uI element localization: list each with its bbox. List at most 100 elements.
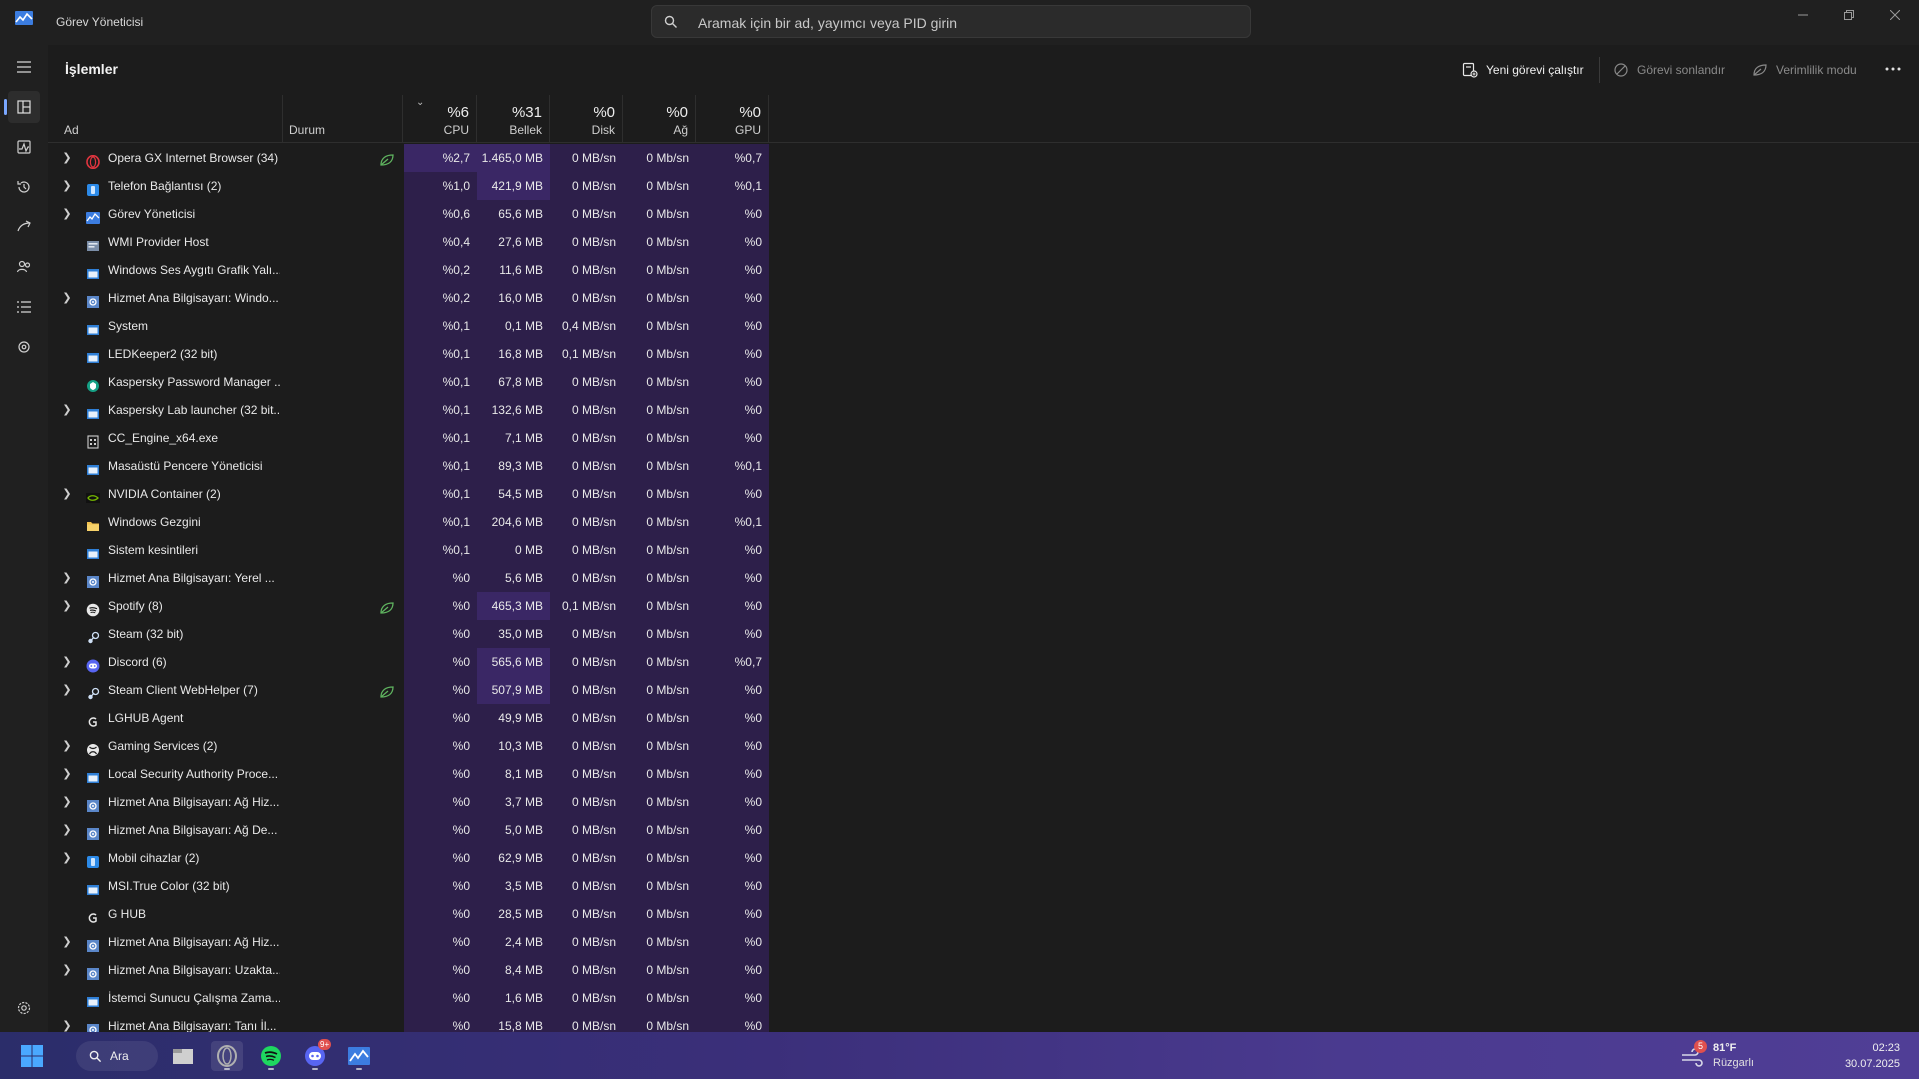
nav-performance[interactable] xyxy=(8,131,40,163)
nav-settings[interactable] xyxy=(8,992,40,1024)
search-input[interactable]: Aramak için bir ad, yayımcı veya PID gir… xyxy=(698,15,957,31)
service-host-icon xyxy=(86,963,100,980)
column-header-name[interactable]: Ad xyxy=(48,95,283,143)
close-button[interactable] xyxy=(1872,0,1918,30)
process-memory: 11,6 MB xyxy=(477,256,550,284)
process-row[interactable]: ❯ Görev Yöneticisi %0,6 65,6 MB 0 MB/sn 0 Mb/… xyxy=(48,200,1919,228)
process-row[interactable]: ❯ Mobil cihazlar (2) %0 62,9 MB 0 MB/sn 0 Mb/… xyxy=(48,844,1919,872)
run-new-task-button[interactable]: Yeni görevi çalıştır xyxy=(1462,59,1584,81)
process-row[interactable]: G HUB %0 28,5 MB 0 MB/sn 0 Mb/sn %0 xyxy=(48,900,1919,928)
process-status xyxy=(283,620,403,648)
nav-processes[interactable] xyxy=(4,91,40,123)
chevron-right-icon[interactable]: ❯ xyxy=(60,816,74,844)
process-row[interactable]: MSI.True Color (32 bit) %0 3,5 MB 0 MB/sn 0 … xyxy=(48,872,1919,900)
chevron-right-icon[interactable]: ❯ xyxy=(60,592,74,620)
taskbar-file-explorer[interactable] xyxy=(167,1041,199,1071)
process-row[interactable]: Masaüstü Pencere Yöneticisi %0,1 89,3 MB 0 … xyxy=(48,452,1919,480)
process-row[interactable]: ❯ Spotify (8) %0 465,3 MB 0,1 MB/sn 0 Mb/sn %0 xyxy=(48,592,1919,620)
chevron-right-icon[interactable]: ❯ xyxy=(60,760,74,788)
process-row[interactable]: System %0,1 0,1 MB 0,4 MB/sn 0 Mb/sn %0 xyxy=(48,312,1919,340)
nav-startup-apps[interactable] xyxy=(8,211,40,243)
taskbar-spotify[interactable] xyxy=(255,1041,287,1071)
taskbar-weather-widget[interactable]: 5 81°F Rüzgarlı xyxy=(1680,1040,1770,1072)
nav-users[interactable] xyxy=(8,251,40,283)
process-row[interactable]: Steam (32 bit) %0 35,0 MB 0 MB/sn 0 Mb/sn %0 xyxy=(48,620,1919,648)
window-app-icon xyxy=(86,879,100,895)
cpu-total-percent: %6 xyxy=(447,104,469,121)
chevron-right-icon[interactable]: ❯ xyxy=(60,788,74,816)
chevron-right-icon[interactable]: ❯ xyxy=(60,284,74,312)
hamburger-menu-button[interactable] xyxy=(8,51,40,83)
column-header-cpu[interactable]: ⌄ %6 CPU xyxy=(404,95,477,143)
process-row[interactable]: ❯ Discord (6) %0 565,6 MB 0 MB/sn 0 Mb/sn %0,7 xyxy=(48,648,1919,676)
process-row[interactable]: ❯ Hizmet Ana Bilgisayarı: Yerel ... %0 5,6 … xyxy=(48,564,1919,592)
chevron-right-icon[interactable]: ❯ xyxy=(60,732,74,760)
end-task-button[interactable]: Görevi sonlandır xyxy=(1613,59,1725,81)
process-row[interactable]: ❯ Hizmet Ana Bilgisayarı: Ağ Hiz... %0 3,7 … xyxy=(48,788,1919,816)
chevron-right-icon[interactable]: ❯ xyxy=(60,200,74,228)
column-header-memory[interactable]: %31 Bellek xyxy=(477,95,550,143)
process-name: MSI.True Color (32 bit) xyxy=(108,879,230,893)
process-row[interactable]: Windows Gezgini %0,1 204,6 MB 0 MB/sn 0 Mb/s… xyxy=(48,508,1919,536)
chevron-right-icon[interactable]: ❯ xyxy=(60,172,74,200)
chevron-right-icon[interactable]: ❯ xyxy=(60,1012,74,1032)
process-row[interactable]: ❯ NVIDIA Container (2) %0,1 54,5 MB 0 MB/sn 0… xyxy=(48,480,1919,508)
process-row[interactable]: Sistem kesintileri %0,1 0 MB 0 MB/sn 0 Mb/sn… xyxy=(48,536,1919,564)
nav-app-history[interactable] xyxy=(8,171,40,203)
process-gpu: %0 xyxy=(696,676,769,704)
chevron-right-icon[interactable]: ❯ xyxy=(60,480,74,508)
windows-start-icon[interactable] xyxy=(21,1045,43,1067)
taskbar-clock[interactable]: 02:23 30.07.2025 xyxy=(1800,1040,1900,1072)
chevron-right-icon[interactable]: ❯ xyxy=(60,676,74,704)
process-disk: 0 MB/sn xyxy=(550,872,623,900)
process-row[interactable]: LGHUB Agent %0 49,9 MB 0 MB/sn 0 Mb/sn %0 xyxy=(48,704,1919,732)
process-row[interactable]: LEDKeeper2 (32 bit) %0,1 16,8 MB 0,1 MB/sn 0… xyxy=(48,340,1919,368)
minimize-button[interactable] xyxy=(1780,0,1826,30)
column-header-network[interactable]: %0 Ağ xyxy=(623,95,696,143)
taskbar-opera-gx[interactable] xyxy=(211,1041,243,1071)
efficiency-mode-button[interactable]: Verimlilik modu xyxy=(1752,59,1857,81)
title-bar: Görev Yöneticisi Aramak için bir ad, yay… xyxy=(0,0,1919,45)
chevron-right-icon[interactable]: ❯ xyxy=(60,648,74,676)
more-options-button[interactable] xyxy=(1878,57,1908,81)
taskbar-search-button[interactable]: Ara xyxy=(76,1041,158,1071)
process-row[interactable]: ❯ Hizmet Ana Bilgisayarı: Windo... %0,2 16,… xyxy=(48,284,1919,312)
restore-button[interactable] xyxy=(1826,0,1872,30)
process-row[interactable]: ❯ Telefon Bağlantısı (2) %1,0 421,9 MB 0 MB/… xyxy=(48,172,1919,200)
search-box[interactable]: Aramak için bir ad, yayımcı veya PID gir… xyxy=(651,5,1251,38)
process-row[interactable]: WMI Provider Host %0,4 27,6 MB 0 MB/sn 0 Mb/… xyxy=(48,228,1919,256)
chevron-right-icon[interactable]: ❯ xyxy=(60,144,74,172)
process-name: CC_Engine_x64.exe xyxy=(108,431,219,445)
chevron-right-icon[interactable]: ❯ xyxy=(60,396,74,424)
process-row[interactable]: ❯ Local Security Authority Proce... %0 8,1 … xyxy=(48,760,1919,788)
process-row[interactable]: ❯ Steam Client WebHelper (7) %0 507,9 MB 0 M… xyxy=(48,676,1919,704)
process-row[interactable]: Windows Ses Aygıtı Grafik Yalı... %0,2 11,… xyxy=(48,256,1919,284)
chevron-right-icon[interactable]: ❯ xyxy=(60,956,74,984)
process-memory: 8,1 MB xyxy=(477,760,550,788)
process-row[interactable]: ❯ Gaming Services (2) %0 10,3 MB 0 MB/sn 0 Mb… xyxy=(48,732,1919,760)
process-name: Hizmet Ana Bilgisayarı: Ağ Hiz... xyxy=(108,795,280,809)
process-row[interactable]: ❯ Opera GX Internet Browser (34) %2,7 1.465… xyxy=(48,144,1919,172)
process-row[interactable]: Kaspersky Password Manager ... %0,1 67,8 M… xyxy=(48,368,1919,396)
process-row[interactable]: ❯ Hizmet Ana Bilgisayarı: Uzakta... %0 8,4 … xyxy=(48,956,1919,984)
nav-services[interactable] xyxy=(8,331,40,363)
process-status xyxy=(283,872,403,900)
chevron-right-icon[interactable]: ❯ xyxy=(60,928,74,956)
process-row[interactable]: İstemci Sunucu Çalışma Zama... %0 1,6 MB 0 … xyxy=(48,984,1919,1012)
process-row[interactable]: ❯ Kaspersky Lab launcher (32 bit... %0,1 13… xyxy=(48,396,1919,424)
nav-details[interactable] xyxy=(8,291,40,323)
taskbar-task-manager[interactable] xyxy=(343,1041,375,1071)
column-header-gpu[interactable]: %0 GPU xyxy=(696,95,769,143)
taskbar-discord[interactable]: 9+ xyxy=(299,1039,332,1071)
column-header-status[interactable]: Durum xyxy=(283,95,403,143)
process-row[interactable]: ❯ Hizmet Ana Bilgisayarı: Ağ Hiz... %0 2,4 … xyxy=(48,928,1919,956)
process-row[interactable]: CC_Engine_x64.exe %0,1 7,1 MB 0 MB/sn 0 Mb/s… xyxy=(48,424,1919,452)
process-row[interactable]: ❯ Hizmet Ana Bilgisayarı: Tanı İl... %0 15,… xyxy=(48,1012,1919,1032)
process-cpu: %0 xyxy=(404,984,477,1012)
process-status xyxy=(283,788,403,816)
chevron-right-icon[interactable]: ❯ xyxy=(60,564,74,592)
process-row[interactable]: ❯ Hizmet Ana Bilgisayarı: Ağ De... %0 5,0 M… xyxy=(48,816,1919,844)
chevron-right-icon[interactable]: ❯ xyxy=(60,844,74,872)
column-header-disk[interactable]: %0 Disk xyxy=(550,95,623,143)
service-host-icon xyxy=(86,935,100,952)
